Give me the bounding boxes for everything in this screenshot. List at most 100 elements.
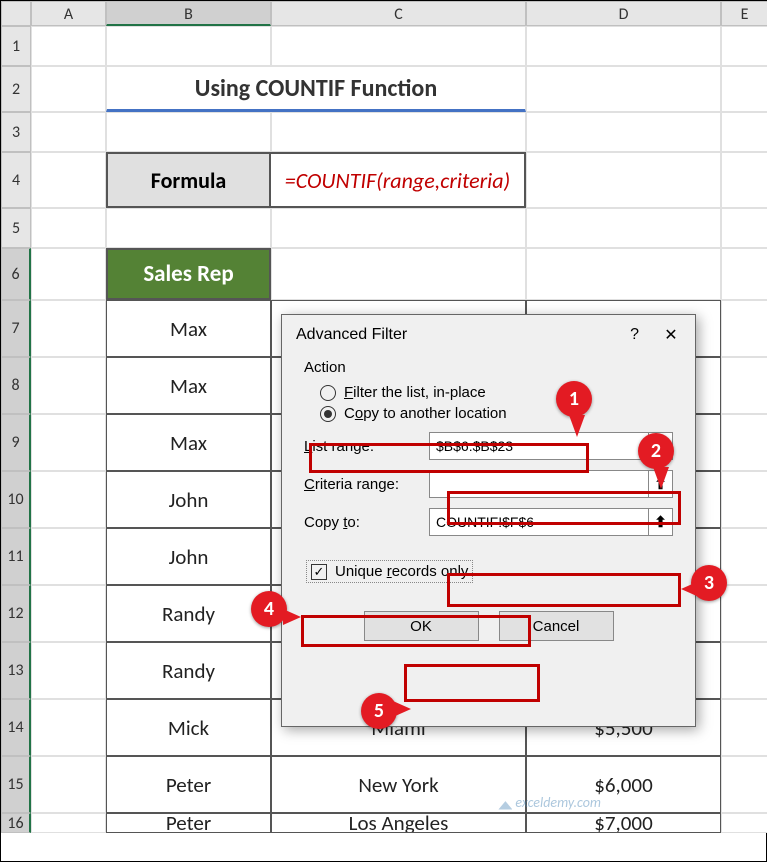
cell-e4[interactable]	[721, 152, 767, 208]
cell-e2[interactable]	[526, 66, 721, 112]
radio-filter-in-place[interactable]: Filter the list, in-place	[320, 384, 673, 401]
help-icon[interactable]: ?	[630, 326, 639, 344]
cell-c5[interactable]	[271, 208, 526, 248]
cell-a2[interactable]	[31, 66, 106, 112]
unique-records-checkbox[interactable]: ✓ Unique records only	[306, 560, 473, 583]
colhdr-a[interactable]: A	[31, 1, 106, 26]
rowhdr-4[interactable]: 4	[1, 152, 31, 208]
cell-c1[interactable]	[271, 26, 526, 66]
cell-b14[interactable]: Mick	[106, 699, 271, 756]
rowhdr-7[interactable]: 7	[1, 300, 31, 357]
callout-5: 5	[361, 693, 397, 729]
cell-a7[interactable]	[31, 300, 106, 357]
advanced-filter-dialog: Advanced Filter ? ✕ Action Filter the li…	[281, 314, 696, 727]
cell-d5[interactable]	[526, 208, 721, 248]
corner-cell[interactable]	[1, 1, 31, 26]
cell-e6[interactable]	[721, 248, 767, 300]
close-icon[interactable]: ✕	[661, 325, 681, 345]
rowhdr-9[interactable]: 9	[1, 414, 31, 471]
cell-a13[interactable]	[31, 642, 106, 699]
cell-d16[interactable]: $7,000	[526, 813, 721, 833]
callout-tail	[569, 415, 585, 437]
cell-e3[interactable]	[721, 112, 767, 152]
cell-c6[interactable]	[271, 248, 526, 300]
cell-b13[interactable]: Randy	[106, 642, 271, 699]
cell-a16[interactable]	[31, 813, 106, 833]
cell-c16[interactable]: Los Angeles	[271, 813, 526, 833]
cell-b15[interactable]: Peter	[106, 756, 271, 813]
cell-b3[interactable]	[106, 112, 271, 152]
cell-b5[interactable]	[106, 208, 271, 248]
rowhdr-16[interactable]: 16	[1, 813, 31, 833]
cell-e16[interactable]	[721, 813, 767, 833]
cell-e5[interactable]	[721, 208, 767, 248]
criteria-range-input[interactable]	[429, 470, 649, 498]
copy-to-label: Copy to:	[304, 514, 429, 531]
rowhdr-2[interactable]: 2	[1, 66, 31, 112]
cell-e8[interactable]	[721, 357, 767, 414]
cell-d3[interactable]	[526, 112, 721, 152]
cell-b12[interactable]: Randy	[106, 585, 271, 642]
rowhdr-1[interactable]: 1	[1, 26, 31, 66]
cell-a4[interactable]	[31, 152, 106, 208]
cell-d6[interactable]	[526, 248, 721, 300]
list-range-input[interactable]: $B$6:$B$23	[429, 432, 649, 460]
range-picker-icon[interactable]: ⬆	[649, 508, 673, 536]
cancel-button[interactable]: Cancel	[499, 611, 614, 641]
dialog-title: Advanced Filter	[296, 326, 630, 344]
cell-f2-pad[interactable]	[721, 66, 767, 112]
cell-b16[interactable]: Peter	[106, 813, 271, 833]
cell-e13[interactable]	[721, 642, 767, 699]
cell-c3[interactable]	[271, 112, 526, 152]
ok-button[interactable]: OK	[364, 611, 479, 641]
callout-tail	[393, 701, 411, 717]
cell-b11[interactable]: John	[106, 528, 271, 585]
cell-b10[interactable]: John	[106, 471, 271, 528]
cell-b1[interactable]	[106, 26, 271, 66]
cell-a6[interactable]	[31, 248, 106, 300]
rowhdr-6[interactable]: 6	[1, 248, 31, 300]
callout-2: 2	[638, 433, 674, 469]
rowhdr-10[interactable]: 10	[1, 471, 31, 528]
cell-e15[interactable]	[721, 756, 767, 813]
cell-a15[interactable]	[31, 756, 106, 813]
callout-tail	[283, 609, 301, 625]
cell-e14[interactable]	[721, 699, 767, 756]
rowhdr-13[interactable]: 13	[1, 642, 31, 699]
cell-a3[interactable]	[31, 112, 106, 152]
cell-a5[interactable]	[31, 208, 106, 248]
rowhdr-12[interactable]: 12	[1, 585, 31, 642]
cell-c15[interactable]: New York	[271, 756, 526, 813]
cell-b8[interactable]: Max	[106, 357, 271, 414]
cell-b7[interactable]: Max	[106, 300, 271, 357]
rowhdr-5[interactable]: 5	[1, 208, 31, 248]
cell-a14[interactable]	[31, 699, 106, 756]
cell-e10[interactable]	[721, 471, 767, 528]
cell-a9[interactable]	[31, 414, 106, 471]
rowhdr-3[interactable]: 3	[1, 112, 31, 152]
rowhdr-15[interactable]: 15	[1, 756, 31, 813]
cell-a8[interactable]	[31, 357, 106, 414]
colhdr-e[interactable]: E	[721, 1, 767, 26]
colhdr-b[interactable]: B	[106, 1, 271, 26]
colhdr-c[interactable]: C	[271, 1, 526, 26]
radio-copy-another[interactable]: Copy to another location	[320, 405, 673, 422]
cell-e11[interactable]	[721, 528, 767, 585]
cell-a11[interactable]	[31, 528, 106, 585]
cell-e7[interactable]	[721, 300, 767, 357]
colhdr-d[interactable]: D	[526, 1, 721, 26]
copy-to-input[interactable]: COUNTIF!$F$6	[429, 508, 649, 536]
rowhdr-14[interactable]: 14	[1, 699, 31, 756]
cell-e12[interactable]	[721, 585, 767, 642]
cell-a12[interactable]	[31, 585, 106, 642]
radio-icon	[320, 385, 336, 401]
cell-e1[interactable]	[721, 26, 767, 66]
rowhdr-8[interactable]: 8	[1, 357, 31, 414]
cell-d4[interactable]	[526, 152, 721, 208]
rowhdr-11[interactable]: 11	[1, 528, 31, 585]
cell-b9[interactable]: Max	[106, 414, 271, 471]
cell-a10[interactable]	[31, 471, 106, 528]
cell-a1[interactable]	[31, 26, 106, 66]
cell-d1[interactable]	[526, 26, 721, 66]
cell-e9[interactable]	[721, 414, 767, 471]
